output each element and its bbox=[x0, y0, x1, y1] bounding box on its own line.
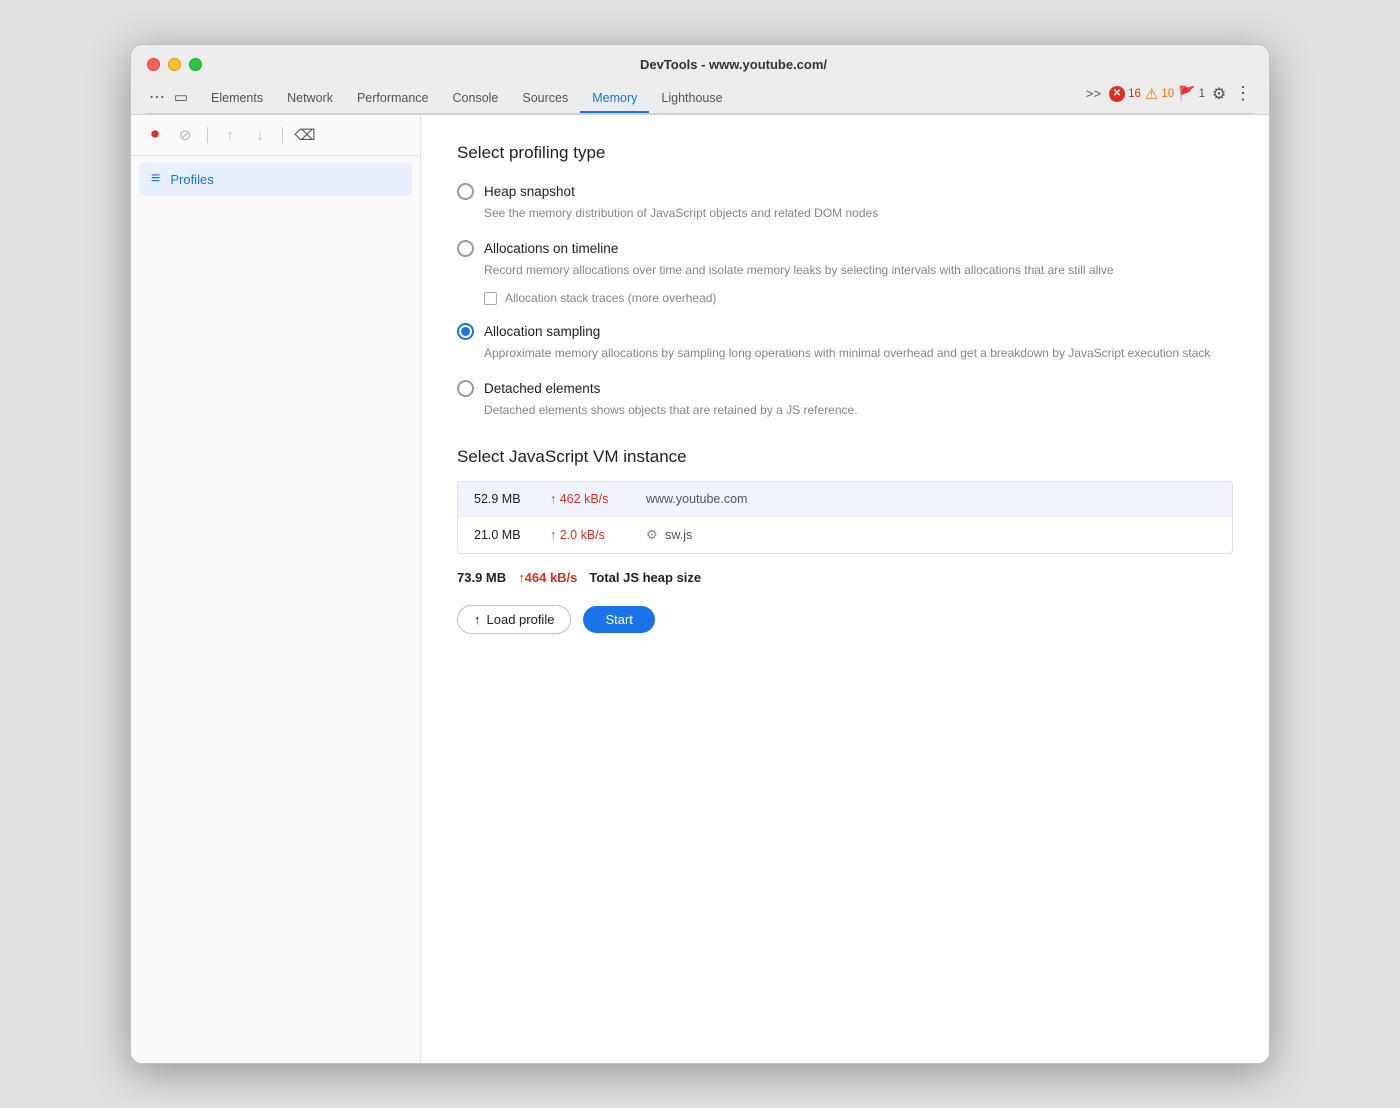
load-profile-label: Load profile bbox=[487, 612, 555, 627]
maximize-button[interactable] bbox=[189, 58, 202, 71]
vm-rate-value-1: 2.0 kB/s bbox=[560, 528, 605, 542]
vm-size-0: 52.9 MB bbox=[474, 492, 534, 506]
vm-rate-arrow-0: ↑ bbox=[550, 492, 556, 506]
vm-row-0[interactable]: 52.9 MB ↑ 462 kB/s www.youtube.com bbox=[458, 482, 1232, 517]
load-profile-button[interactable]: ↑ Load profile bbox=[457, 605, 571, 634]
main-layout: ⏺ ⊘ ↑ ↓ ⌫ ≡ Profiles Select profiling ty… bbox=[131, 115, 1269, 1063]
heap-snapshot-radio[interactable] bbox=[457, 183, 474, 200]
warning-icon: ⚠ bbox=[1145, 85, 1158, 103]
vm-size-1: 21.0 MB bbox=[474, 528, 534, 542]
toolbar-separator-2 bbox=[282, 127, 283, 143]
footer-buttons: ↑ Load profile Start bbox=[457, 605, 1233, 634]
content-panel: Select profiling type Heap snapshot See … bbox=[421, 115, 1269, 1063]
error-count: 16 bbox=[1128, 88, 1141, 100]
tab-sources[interactable]: Sources bbox=[510, 85, 580, 113]
traffic-lights bbox=[147, 58, 202, 71]
sidebar-item-profiles[interactable]: ≡ Profiles bbox=[139, 162, 412, 196]
info-badge[interactable]: 🚩 1 bbox=[1178, 85, 1205, 102]
vm-instances-table: 52.9 MB ↑ 462 kB/s www.youtube.com 21.0 … bbox=[457, 481, 1233, 554]
allocation-stack-traces-row: Allocation stack traces (more overhead) bbox=[484, 291, 1233, 305]
allocations-timeline-label: Allocations on timeline bbox=[484, 241, 618, 256]
clear-btn[interactable]: ⌫ bbox=[293, 123, 317, 147]
allocations-timeline-row[interactable]: Allocations on timeline bbox=[457, 240, 1233, 257]
profiles-icon: ≡ bbox=[151, 170, 160, 188]
tab-bar: ⋯ ▭ Elements Network Performance Console… bbox=[147, 80, 1253, 114]
footer-stats: 73.9 MB ↑464 kB/s Total JS heap size bbox=[457, 570, 1233, 585]
upload-icon: ↑ bbox=[474, 612, 481, 627]
detached-elements-label: Detached elements bbox=[484, 381, 600, 396]
warning-badge[interactable]: ⚠ 10 bbox=[1145, 85, 1174, 103]
info-icon: 🚩 bbox=[1178, 85, 1195, 102]
tab-console[interactable]: Console bbox=[441, 85, 511, 113]
stop-btn[interactable]: ⊘ bbox=[173, 123, 197, 147]
allocations-timeline-desc: Record memory allocations over time and … bbox=[484, 261, 1233, 279]
option-detached-elements: Detached elements Detached elements show… bbox=[457, 380, 1233, 419]
vm-icon-1: ⚙ bbox=[646, 527, 658, 542]
sidebar: ⏺ ⊘ ↑ ↓ ⌫ ≡ Profiles bbox=[131, 115, 421, 1063]
vm-name-1: ⚙ sw.js bbox=[646, 527, 692, 543]
vm-name-0: www.youtube.com bbox=[646, 492, 747, 506]
option-allocation-sampling: Allocation sampling Approximate memory a… bbox=[457, 323, 1233, 362]
toolbar-separator-1 bbox=[207, 127, 208, 143]
record-btn[interactable]: ⏺ bbox=[143, 123, 167, 147]
error-icon: ✕ bbox=[1109, 86, 1125, 102]
allocation-stack-traces-checkbox[interactable] bbox=[484, 292, 497, 305]
vm-rate-1: ↑ 2.0 kB/s bbox=[550, 528, 630, 542]
more-options-icon[interactable]: ⋮ bbox=[1233, 84, 1253, 104]
allocation-sampling-label: Allocation sampling bbox=[484, 324, 600, 339]
heap-snapshot-label: Heap snapshot bbox=[484, 184, 575, 199]
titlebar: DevTools - www.youtube.com/ ⋯ ▭ Elements… bbox=[131, 45, 1269, 115]
tab-elements[interactable]: Elements bbox=[199, 85, 275, 113]
allocations-timeline-radio[interactable] bbox=[457, 240, 474, 257]
titlebar-top: DevTools - www.youtube.com/ bbox=[147, 57, 1253, 72]
select-element-icon[interactable]: ⋯ bbox=[147, 87, 167, 107]
allocation-sampling-desc: Approximate memory allocations by sampli… bbox=[484, 344, 1233, 362]
allocation-stack-traces-label: Allocation stack traces (more overhead) bbox=[505, 291, 716, 305]
detached-elements-radio[interactable] bbox=[457, 380, 474, 397]
total-label: Total JS heap size bbox=[589, 570, 701, 585]
profiling-type-title: Select profiling type bbox=[457, 143, 1233, 163]
tab-performance[interactable]: Performance bbox=[345, 85, 441, 113]
detached-elements-row[interactable]: Detached elements bbox=[457, 380, 1233, 397]
vm-section-title: Select JavaScript VM instance bbox=[457, 447, 1233, 467]
allocation-sampling-radio[interactable] bbox=[457, 323, 474, 340]
detached-elements-desc: Detached elements shows objects that are… bbox=[484, 401, 1233, 419]
devtools-window: DevTools - www.youtube.com/ ⋯ ▭ Elements… bbox=[130, 44, 1270, 1064]
total-rate-value: 464 kB/s bbox=[525, 570, 578, 585]
devtools-status-icons: >> ✕ 16 ⚠ 10 🚩 1 ⚙ ⋮ bbox=[1082, 80, 1253, 113]
settings-icon[interactable]: ⚙ bbox=[1209, 84, 1229, 104]
info-count: 1 bbox=[1199, 88, 1205, 100]
device-toolbar-icon[interactable]: ▭ bbox=[171, 87, 191, 107]
minimize-button[interactable] bbox=[168, 58, 181, 71]
more-tabs-btn[interactable]: >> bbox=[1082, 80, 1105, 107]
option-heap-snapshot: Heap snapshot See the memory distributio… bbox=[457, 183, 1233, 222]
total-rate: ↑464 kB/s bbox=[518, 570, 577, 585]
sidebar-item-label: Profiles bbox=[170, 172, 213, 187]
close-button[interactable] bbox=[147, 58, 160, 71]
vm-row-1[interactable]: 21.0 MB ↑ 2.0 kB/s ⚙ sw.js bbox=[458, 517, 1232, 553]
download-btn[interactable]: ↓ bbox=[248, 123, 272, 147]
tab-lighthouse[interactable]: Lighthouse bbox=[649, 85, 734, 113]
total-size: 73.9 MB bbox=[457, 570, 506, 585]
window-title: DevTools - www.youtube.com/ bbox=[214, 57, 1253, 72]
allocation-sampling-row[interactable]: Allocation sampling bbox=[457, 323, 1233, 340]
vm-rate-value-0: 462 kB/s bbox=[560, 492, 609, 506]
sidebar-toolbar: ⏺ ⊘ ↑ ↓ ⌫ bbox=[131, 115, 420, 156]
error-badge[interactable]: ✕ 16 bbox=[1109, 86, 1141, 102]
option-allocations-timeline: Allocations on timeline Record memory al… bbox=[457, 240, 1233, 305]
heap-snapshot-row[interactable]: Heap snapshot bbox=[457, 183, 1233, 200]
upload-btn[interactable]: ↑ bbox=[218, 123, 242, 147]
vm-rate-arrow-1: ↑ bbox=[550, 528, 556, 542]
heap-snapshot-desc: See the memory distribution of JavaScrip… bbox=[484, 204, 1233, 222]
tab-network[interactable]: Network bbox=[275, 85, 345, 113]
radio-group: Heap snapshot See the memory distributio… bbox=[457, 183, 1233, 419]
vm-rate-0: ↑ 462 kB/s bbox=[550, 492, 630, 506]
tab-memory[interactable]: Memory bbox=[580, 85, 649, 113]
start-button[interactable]: Start bbox=[583, 606, 654, 633]
warning-count: 10 bbox=[1161, 88, 1174, 100]
